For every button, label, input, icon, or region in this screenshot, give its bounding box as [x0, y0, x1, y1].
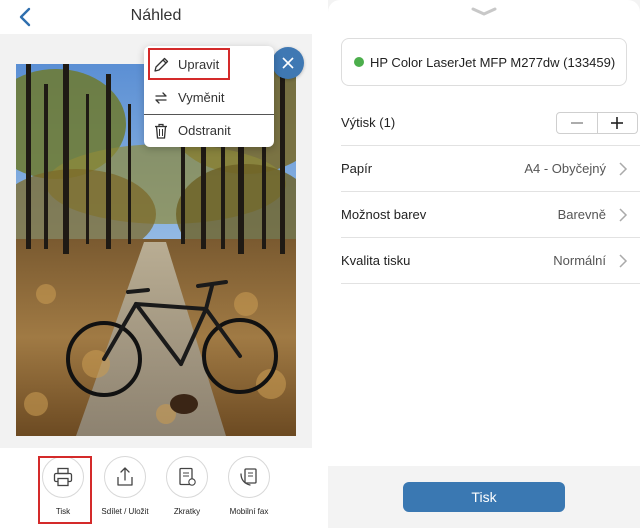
trash-icon: [144, 122, 178, 140]
chevron-right-icon: [619, 208, 628, 222]
plus-icon: [611, 117, 624, 129]
chevron-down-icon: [471, 7, 497, 16]
setting-row-paper[interactable]: Papír A4 - Obyčejný: [341, 146, 640, 192]
image-options-menu: Upravit Vyměnit Odstranit: [144, 46, 274, 147]
close-button[interactable]: [272, 47, 304, 79]
quality-label: Kvalita tisku: [341, 253, 411, 268]
swap-icon: [144, 89, 178, 107]
print-settings-panel: HP Color LaserJet MFP M277dw (133459) Vý…: [328, 0, 640, 528]
setting-row-color[interactable]: Možnost barev Barevně: [341, 192, 640, 238]
menu-item-replace-label: Vyměnit: [178, 90, 225, 105]
menu-item-replace[interactable]: Vyměnit: [144, 81, 274, 114]
action-toolbar: Tisk Sdílet / Uložit Zkratky Mobilní fax: [0, 448, 312, 528]
print-tool-button[interactable]: Tisk: [32, 456, 94, 522]
quality-value: Normální: [553, 253, 606, 268]
copies-label: Výtisk (1): [341, 115, 396, 130]
paper-label: Papír: [341, 161, 373, 176]
menu-item-edit-label: Upravit: [178, 57, 220, 72]
paper-value: A4 - Obyčejný: [524, 161, 606, 176]
fax-tool-label: Mobilní fax: [229, 507, 269, 516]
preview-header: Náhled: [0, 0, 312, 34]
settings-sheet: HP Color LaserJet MFP M277dw (133459) Vý…: [328, 0, 640, 466]
close-icon: [282, 57, 294, 69]
preview-panel: Náhled Upravit Vyměnit Odstranit Tisk Sd…: [0, 0, 312, 528]
printer-selector[interactable]: HP Color LaserJet MFP M277dw (133459): [341, 38, 627, 86]
share-icon: [117, 467, 133, 486]
setting-row-quality[interactable]: Kvalita tisku Normální: [341, 238, 640, 284]
color-option-value: Barevně: [557, 207, 606, 222]
printer-name: HP Color LaserJet MFP M277dw (133459): [370, 54, 616, 70]
fax-tool-button[interactable]: Mobilní fax: [218, 456, 280, 522]
pencil-icon: [144, 56, 178, 74]
share-tool-button[interactable]: Sdílet / Uložit: [94, 456, 156, 522]
color-option-label: Možnost barev: [341, 207, 427, 222]
print-tool-label: Tisk: [55, 507, 71, 516]
shortcuts-icon: [179, 467, 196, 486]
shortcuts-tool-button[interactable]: Zkratky: [156, 456, 218, 522]
printer-status-dot: [354, 57, 364, 67]
shortcuts-tool-label: Zkratky: [173, 507, 201, 516]
shortcuts-tool-circle: [166, 456, 208, 498]
share-tool-label: Sdílet / Uložit: [101, 507, 149, 516]
menu-item-edit[interactable]: Upravit: [144, 48, 274, 81]
chevron-right-icon: [619, 162, 628, 176]
page-title: Náhled: [130, 7, 182, 24]
chevron-left-icon: [19, 7, 31, 27]
print-button[interactable]: Tisk: [403, 482, 565, 512]
print-tool-circle: [42, 456, 84, 498]
share-tool-circle: [104, 456, 146, 498]
copies-stepper: [556, 112, 638, 134]
minus-icon: [570, 122, 583, 124]
decrement-button[interactable]: [557, 113, 597, 133]
copies-row: Výtisk (1): [341, 100, 640, 146]
fax-icon: [240, 468, 257, 486]
fax-tool-circle: [228, 456, 270, 498]
back-button[interactable]: [12, 4, 38, 30]
sheet-grabber[interactable]: [469, 6, 499, 18]
chevron-right-icon: [619, 254, 628, 268]
menu-item-remove-label: Odstranit: [178, 123, 231, 138]
menu-item-remove[interactable]: Odstranit: [144, 114, 274, 147]
increment-button[interactable]: [598, 113, 638, 133]
printer-icon: [53, 467, 73, 487]
